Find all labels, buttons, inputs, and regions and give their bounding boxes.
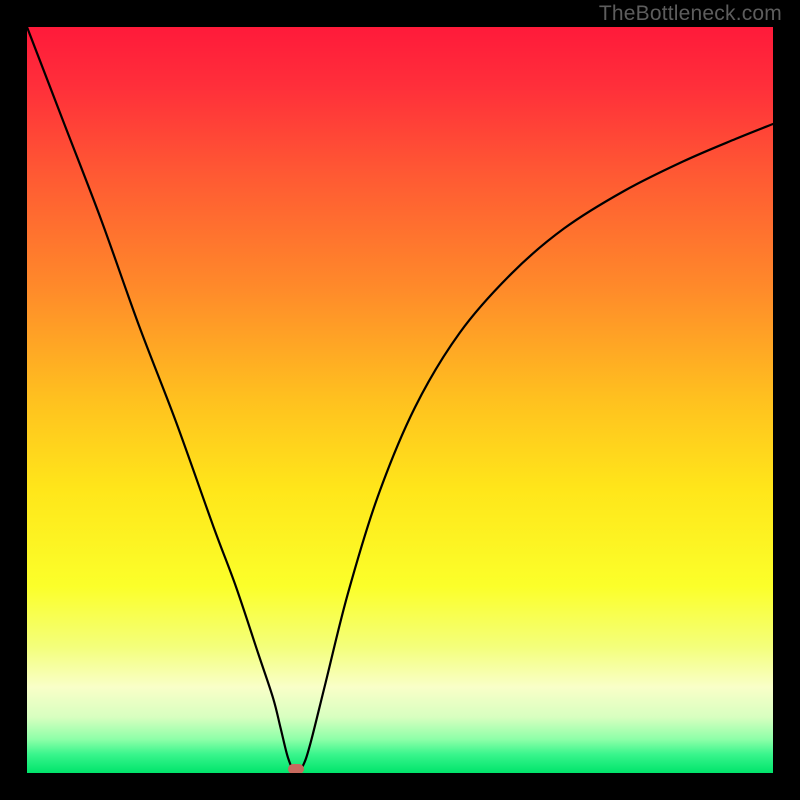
chart-frame: TheBottleneck.com	[0, 0, 800, 800]
optimal-point-marker	[288, 764, 304, 773]
gradient-background	[27, 27, 773, 773]
plot-area	[27, 27, 773, 773]
watermark-text: TheBottleneck.com	[599, 2, 782, 26]
bottleneck-chart	[27, 27, 773, 773]
